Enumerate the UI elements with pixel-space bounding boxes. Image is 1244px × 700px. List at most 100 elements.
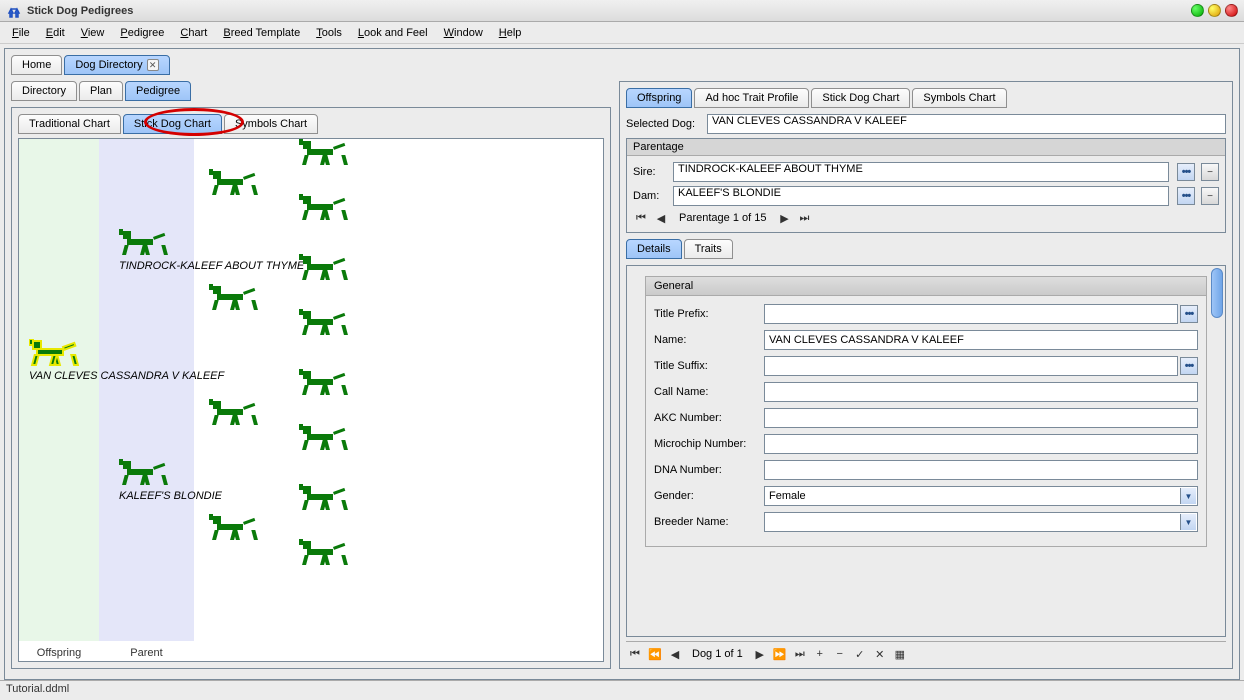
menu-view[interactable]: View (73, 25, 113, 41)
title-suffix-field[interactable] (764, 356, 1178, 376)
sire-browse-button[interactable]: ••• (1177, 163, 1195, 181)
akc-field[interactable] (764, 408, 1198, 428)
rec-next-icon[interactable]: ▶ (751, 646, 769, 662)
chart-dog-g3-0[interactable] (299, 139, 349, 170)
tab-symbols-chart-r[interactable]: Symbols Chart (912, 88, 1006, 108)
tab-dog-directory[interactable]: Dog Directory ✕ (64, 55, 169, 75)
menu-window[interactable]: Window (436, 25, 491, 41)
tab-details[interactable]: Details (626, 239, 682, 259)
general-title: General (646, 277, 1206, 296)
chart-dog-g2-1[interactable] (209, 284, 259, 315)
sire-clear-button[interactable]: − (1201, 163, 1219, 181)
gender-field[interactable]: Female▼ (764, 486, 1198, 506)
tab-pedigree[interactable]: Pedigree (125, 81, 191, 101)
titlebar: Stick Dog Pedigrees (0, 0, 1244, 22)
nav-first-icon[interactable]: ⏮ (633, 210, 649, 226)
title-prefix-field[interactable] (764, 304, 1178, 324)
selected-dog-field[interactable]: VAN CLEVES CASSANDRA V KALEEF (707, 114, 1226, 134)
record-nav-text: Dog 1 of 1 (692, 648, 743, 660)
general-box: General Title Prefix: ••• Name: VAN CLEV… (645, 276, 1207, 547)
rec-add-icon[interactable]: + (811, 646, 829, 662)
nav-last-icon[interactable]: ⏭ (796, 210, 812, 226)
gen-column-0 (19, 139, 99, 641)
tab-directory[interactable]: Directory (11, 81, 77, 101)
tab-adhoc-trait[interactable]: Ad hoc Trait Profile (694, 88, 809, 108)
menu-chart[interactable]: Chart (172, 25, 215, 41)
chart-dog-g3-1[interactable] (299, 194, 349, 225)
title-prefix-label: Title Prefix: (654, 308, 764, 320)
menu-tools[interactable]: Tools (308, 25, 350, 41)
parentage-title: Parentage (627, 139, 1225, 156)
call-name-label: Call Name: (654, 386, 764, 398)
chart-dog-g2-0[interactable] (209, 169, 259, 200)
chart-dog-g2-3[interactable] (209, 514, 259, 545)
title-prefix-browse-button[interactable]: ••• (1180, 305, 1198, 323)
tab-traits[interactable]: Traits (684, 239, 733, 259)
rec-fastback-icon[interactable]: ⏪ (646, 646, 664, 662)
detail-scroll-area[interactable]: General Title Prefix: ••• Name: VAN CLEV… (626, 265, 1226, 637)
tab-stick-dog-chart-r[interactable]: Stick Dog Chart (811, 88, 910, 108)
menu-breed-template[interactable]: Breed Template (215, 25, 308, 41)
rec-grid-icon[interactable]: ▦ (891, 646, 909, 662)
parentage-nav: ⏮ ◀ Parentage 1 of 15 ▶ ⏭ (633, 210, 1219, 226)
rec-last-icon[interactable]: ⏭ (791, 646, 809, 662)
menu-help[interactable]: Help (491, 25, 530, 41)
chart-dog-self[interactable]: VAN CLEVES CASSANDRA V KALEEF (29, 339, 224, 382)
title-suffix-label: Title Suffix: (654, 360, 764, 372)
tab-symbols-chart[interactable]: Symbols Chart (224, 114, 318, 134)
akc-label: AKC Number: (654, 412, 764, 424)
dropdown-icon[interactable]: ▼ (1180, 514, 1196, 530)
chart-dog-g2-2[interactable] (209, 399, 259, 430)
rec-fastfwd-icon[interactable]: ⏩ (771, 646, 789, 662)
record-nav: ⏮ ⏪ ◀ Dog 1 of 1 ▶ ⏩ ⏭ + − ✓ ✕ ▦ (626, 641, 1226, 662)
dna-field[interactable] (764, 460, 1198, 480)
rec-prev-icon[interactable]: ◀ (666, 646, 684, 662)
nav-prev-icon[interactable]: ◀ (653, 210, 669, 226)
dam-browse-button[interactable]: ••• (1177, 187, 1195, 205)
dropdown-icon[interactable]: ▼ (1180, 488, 1196, 504)
chart-dog-dam[interactable]: KALEEF'S BLONDIE (119, 459, 222, 502)
menu-edit[interactable]: Edit (38, 25, 73, 41)
chart-dog-g3-2[interactable] (299, 254, 349, 285)
rec-first-icon[interactable]: ⏮ (626, 646, 644, 662)
menu-file[interactable]: File (4, 25, 38, 41)
rec-cancel-icon[interactable]: ✕ (871, 646, 889, 662)
tab-stick-dog-chart[interactable]: Stick Dog Chart (123, 114, 222, 134)
tab-close-icon[interactable]: ✕ (147, 59, 159, 71)
microchip-field[interactable] (764, 434, 1198, 454)
nav-next-icon[interactable]: ▶ (776, 210, 792, 226)
pedigree-chart[interactable]: VAN CLEVES CASSANDRA V KALEEF TINDROCK-K… (18, 138, 604, 662)
tab-plan[interactable]: Plan (79, 81, 123, 101)
window-controls (1191, 4, 1238, 17)
chart-dog-g3-6[interactable] (299, 484, 349, 515)
tab-traditional-chart[interactable]: Traditional Chart (18, 114, 121, 134)
chart-dog-g3-5[interactable] (299, 424, 349, 455)
maximize-button[interactable] (1208, 4, 1221, 17)
chart-dog-g3-7[interactable] (299, 539, 349, 570)
tab-home[interactable]: Home (11, 55, 62, 75)
close-button[interactable] (1225, 4, 1238, 17)
sire-field[interactable]: TINDROCK-KALEEF ABOUT THYME (673, 162, 1169, 182)
tab-dir-label: Dog Directory (75, 59, 142, 71)
chart-dog-g3-4[interactable] (299, 369, 349, 400)
rec-commit-icon[interactable]: ✓ (851, 646, 869, 662)
chart-dog-sire[interactable]: TINDROCK-KALEEF ABOUT THYME (119, 229, 304, 272)
menu-look-and-feel[interactable]: Look and Feel (350, 25, 436, 41)
main-frame: Home Dog Directory ✕ Directory Plan Pedi… (4, 48, 1240, 680)
chart-dog-g3-3[interactable] (299, 309, 349, 340)
tab-offspring[interactable]: Offspring (626, 88, 692, 108)
breeder-field[interactable]: ▼ (764, 512, 1198, 532)
status-text: Tutorial.ddml (6, 683, 69, 695)
dam-field[interactable]: KALEEF'S BLONDIE (673, 186, 1169, 206)
rec-remove-icon[interactable]: − (831, 646, 849, 662)
menu-pedigree[interactable]: Pedigree (112, 25, 172, 41)
chart-tabstrip: Traditional Chart Stick Dog Chart Symbol… (18, 114, 604, 134)
dam-clear-button[interactable]: − (1201, 187, 1219, 205)
gen-label-offspring: Offspring (19, 647, 99, 659)
name-field[interactable]: VAN CLEVES CASSANDRA V KALEEF (764, 330, 1198, 350)
selected-dog-label: Selected Dog: (626, 118, 701, 130)
minimize-button[interactable] (1191, 4, 1204, 17)
call-name-field[interactable] (764, 382, 1198, 402)
scrollbar-thumb[interactable] (1211, 268, 1223, 318)
title-suffix-browse-button[interactable]: ••• (1180, 357, 1198, 375)
